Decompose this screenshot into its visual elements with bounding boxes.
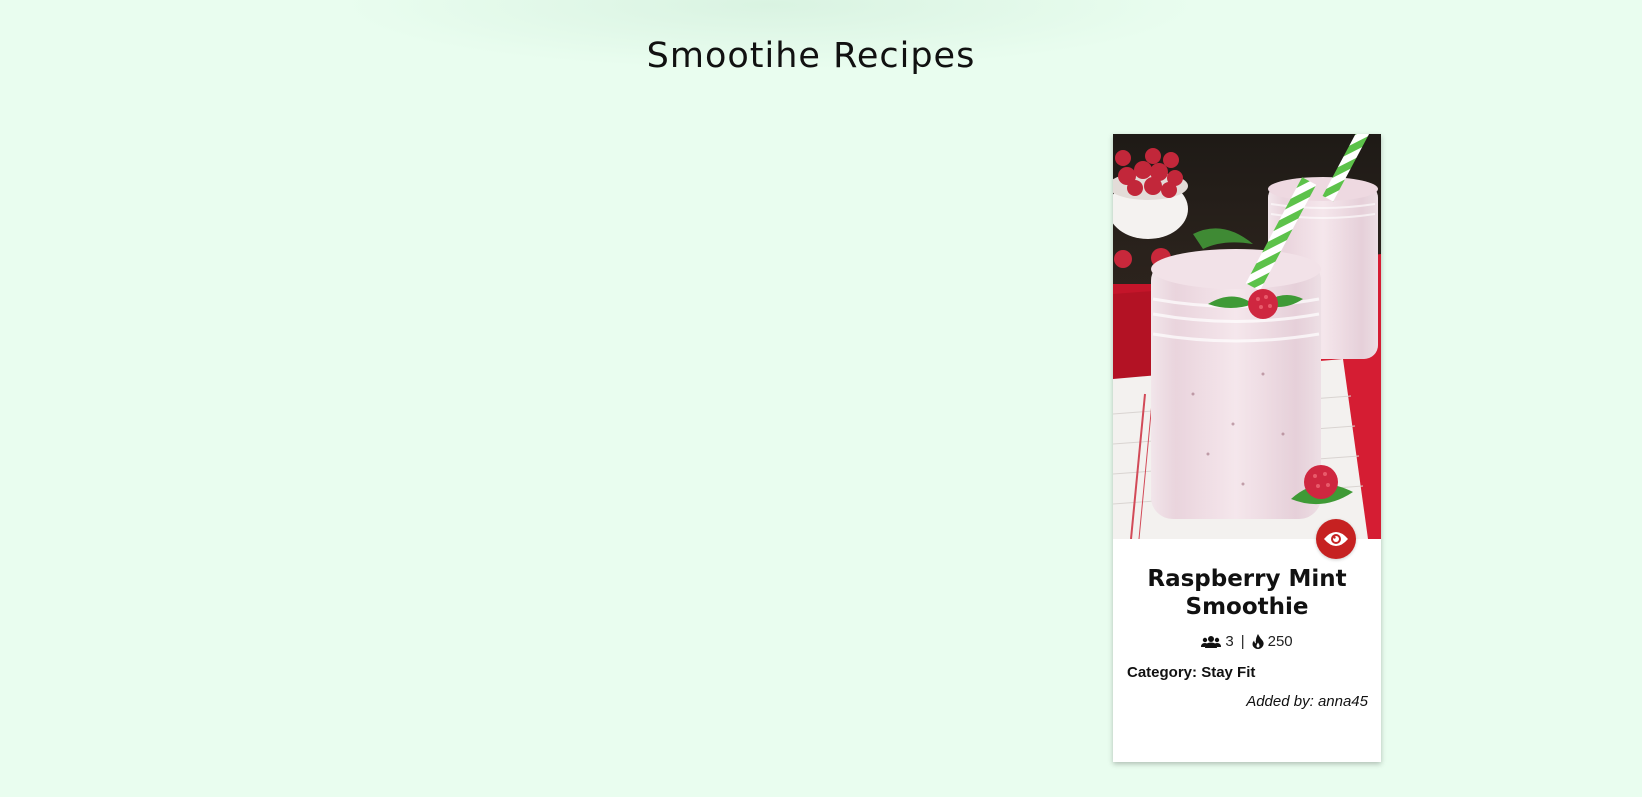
category-value: Stay Fit (1201, 664, 1256, 681)
recipe-title[interactable]: Raspberry Mint Smoothie (1123, 565, 1371, 621)
servings-count: 3 (1225, 633, 1234, 650)
recipe-author: Added by: anna45 (1246, 693, 1368, 710)
page: Smootihe Recipes Raspberry Mint Smoothie… (0, 0, 1642, 797)
added-by-label: Added by: (1246, 693, 1314, 710)
calories-count: 250 (1267, 633, 1293, 650)
view-recipe-button[interactable] (1316, 519, 1356, 559)
users-icon (1201, 635, 1222, 648)
recipe-category: Category: Stay Fit (1127, 664, 1255, 681)
recipe-stats: 3 | 250 (1113, 633, 1381, 650)
fire-icon (1252, 634, 1264, 649)
author-username: anna45 (1317, 693, 1368, 710)
page-title: Smootihe Recipes (646, 36, 976, 76)
recipe-card: Raspberry Mint Smoothie 3 | 250 Category… (1113, 134, 1381, 762)
recipe-image[interactable] (1113, 134, 1381, 539)
category-label: Category: (1127, 664, 1198, 681)
stats-separator: | (1240, 633, 1245, 650)
eye-icon (1324, 532, 1348, 546)
